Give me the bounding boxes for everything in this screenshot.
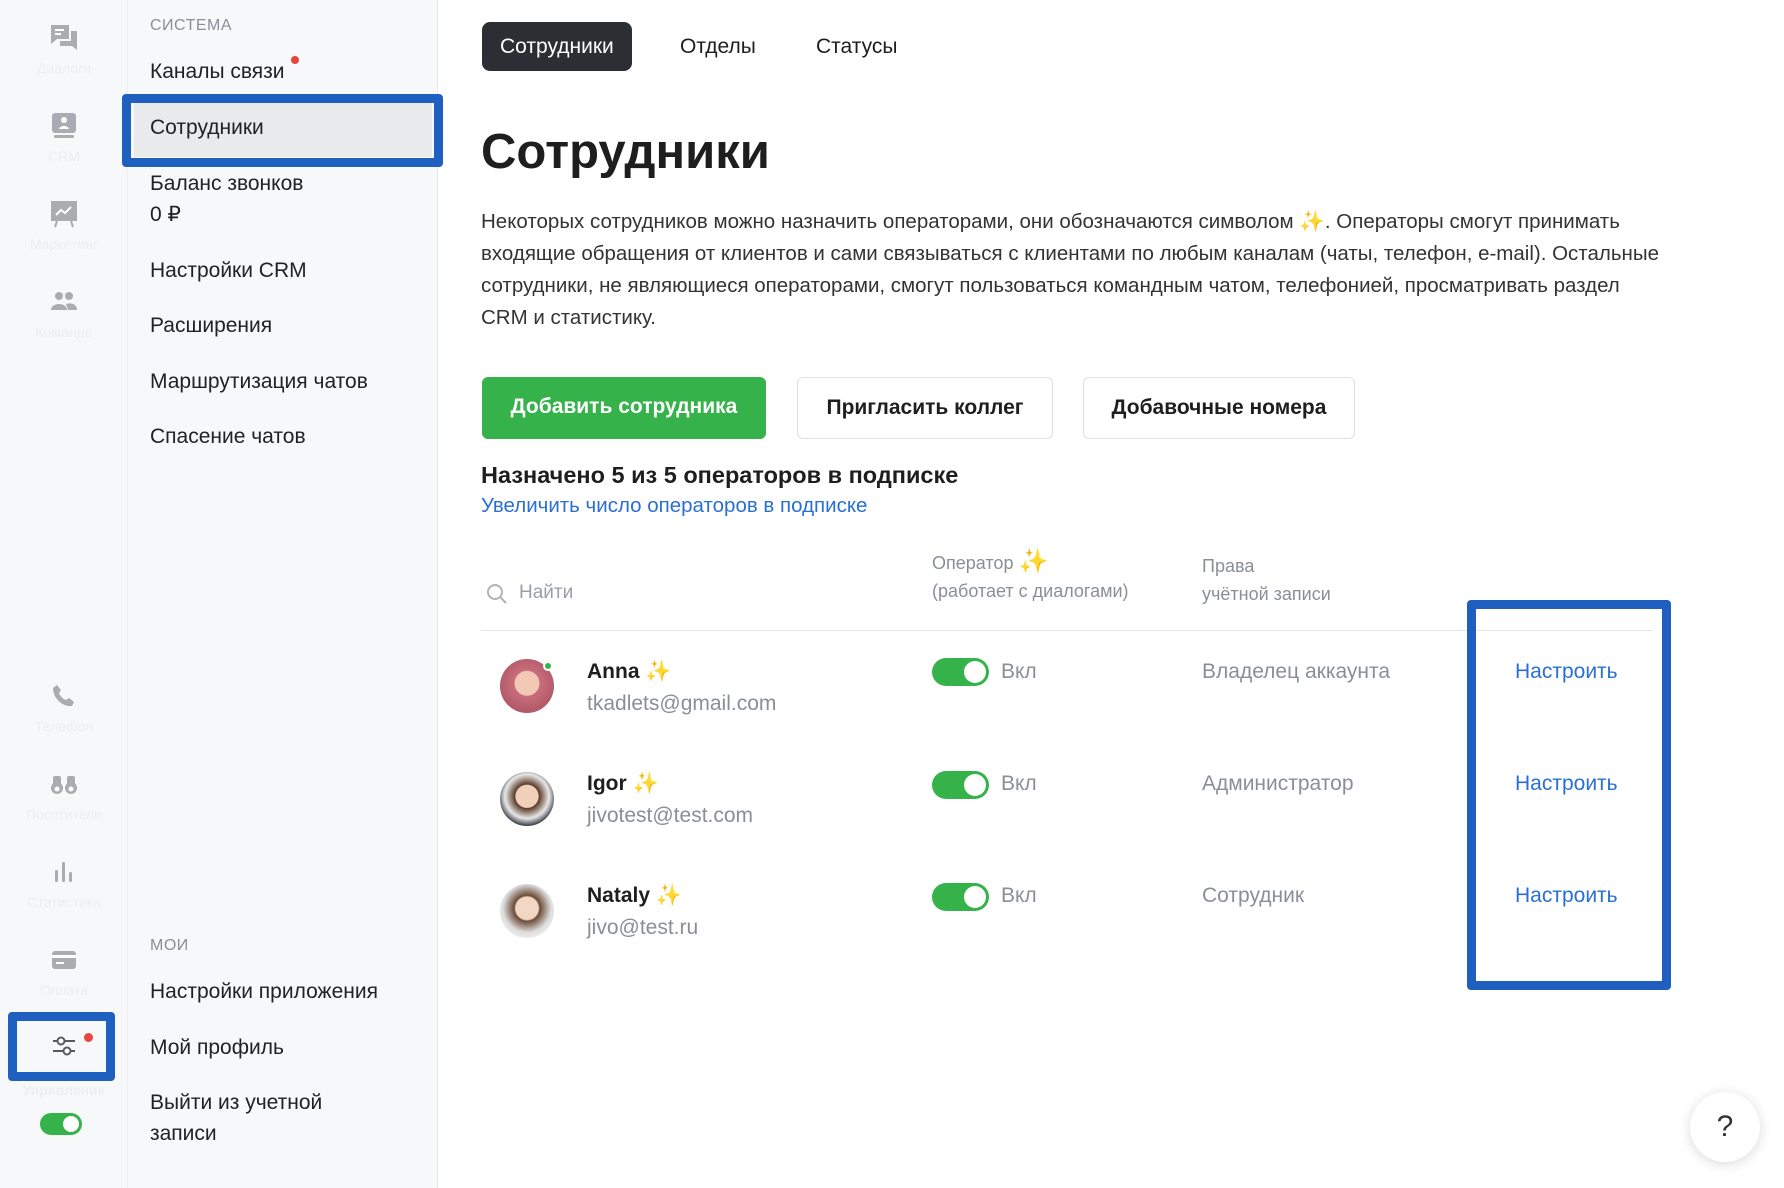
chat-icon <box>51 25 77 50</box>
rail-phone[interactable]: Телефон <box>0 680 128 734</box>
rail-crm[interactable]: CRM <box>0 110 128 164</box>
sidebar-item-chat-routing[interactable]: Маршрутизация чатов <box>150 366 368 397</box>
operator-status: Вкл <box>1001 660 1037 683</box>
sidebar-item-profile[interactable]: Мой профиль <box>150 1032 284 1063</box>
sparkle-icon: ✨ <box>655 884 683 907</box>
binoculars-icon <box>51 776 77 794</box>
description-text: Некоторых сотрудников можно назначить оп… <box>481 210 1294 233</box>
sparkle-icon: ✨ <box>1018 548 1049 575</box>
sidebar-item-label: Каналы связи <box>150 60 285 83</box>
section-title-my: МОИ <box>150 937 189 954</box>
operator-toggle[interactable] <box>932 883 989 911</box>
employee-email: jivo@test.ru <box>587 916 699 939</box>
rail-dialogs[interactable]: Диалоги <box>0 22 128 76</box>
sparkle-icon: ✨ <box>632 772 659 795</box>
search-placeholder: Найти <box>519 582 574 603</box>
search-icon <box>487 584 507 604</box>
operator-toggle[interactable] <box>932 658 989 686</box>
highlight-employees <box>122 94 443 167</box>
rail-statistics[interactable]: Статистика <box>0 856 128 910</box>
operator-status: Вкл <box>1001 884 1037 907</box>
credit-card-icon <box>52 951 76 969</box>
sidebar-item-call-balance[interactable]: Баланс звонков <box>150 168 303 199</box>
logout-label: записи <box>150 1122 217 1145</box>
column-sublabel: учётной записи <box>1202 584 1331 604</box>
rail-team[interactable]: Команда <box>0 286 128 340</box>
avatar[interactable] <box>500 884 554 938</box>
sparkle-icon: ✨ <box>645 660 672 683</box>
sidebar-item-channels[interactable]: Каналы связи <box>150 56 299 87</box>
account-role: Сотрудник <box>1202 884 1305 907</box>
column-operator: Оператор ✨ (работает с диалогами) <box>932 548 1129 605</box>
sidebar-item-extensions[interactable]: Расширения <box>150 310 272 341</box>
phone-icon <box>53 685 74 707</box>
extension-numbers-button[interactable]: Добавочные номера <box>1083 377 1355 439</box>
employee-email: jivotest@test.com <box>587 804 754 827</box>
add-employee-button[interactable]: Добавить сотрудника <box>482 377 766 439</box>
column-label: Права <box>1202 556 1255 576</box>
crm-icon <box>52 113 76 138</box>
page-title: Сотрудники <box>481 125 770 179</box>
highlight-configure-column <box>1467 600 1671 990</box>
employee-name: Nataly <box>587 884 651 907</box>
sidebar-item-app-settings[interactable]: Настройки приложения <box>150 976 378 1007</box>
call-balance-value: 0 ₽ <box>150 203 181 226</box>
employee-name: Anna <box>587 660 640 683</box>
avatar[interactable] <box>500 772 554 826</box>
tab-departments[interactable]: Отделы <box>662 22 774 71</box>
operator-quota: Назначено 5 из 5 операторов в подписке <box>481 462 959 488</box>
sparkle-icon: ✨ <box>1299 210 1325 233</box>
rail-visitors[interactable]: Посетители <box>0 768 128 822</box>
account-role: Администратор <box>1202 772 1354 795</box>
sidebar-item-crm-settings[interactable]: Настройки CRM <box>150 255 307 286</box>
operator-status: Вкл <box>1001 772 1037 795</box>
logout-label: Выйти из учетной <box>150 1091 323 1114</box>
section-title-system: СИСТЕМА <box>150 17 233 34</box>
online-indicator <box>543 661 553 671</box>
increase-operators-link[interactable]: Увеличить число операторов в подписке <box>481 494 867 518</box>
highlight-management <box>8 1012 115 1081</box>
icon-rail: Диалоги CRM Маркетинг Команда Телефон По… <box>0 0 128 1188</box>
description: Некоторых сотрудников можно назначить оп… <box>481 206 1661 334</box>
employee-email: tkadlets@gmail.com <box>587 692 777 715</box>
invite-colleagues-button[interactable]: Пригласить коллег <box>797 377 1053 439</box>
rail-marketing[interactable]: Маркетинг <box>0 198 128 252</box>
employee-name: Igor <box>587 772 627 795</box>
settings-sidebar: СИСТЕМА Каналы связи Сотрудники Баланс з… <box>128 0 438 1188</box>
team-icon <box>51 292 77 310</box>
status-toggle[interactable] <box>40 1113 82 1135</box>
tab-statuses[interactable]: Статусы <box>798 22 915 71</box>
presentation-chart-icon <box>51 201 77 228</box>
column-label: Оператор <box>932 553 1014 573</box>
notification-dot <box>290 56 299 64</box>
column-rights: Права учётной записи <box>1202 552 1331 608</box>
sidebar-item-chat-rescue[interactable]: Спасение чатов <box>150 421 306 452</box>
operator-toggle[interactable] <box>932 771 989 799</box>
search-input[interactable]: Найти <box>484 580 884 610</box>
rail-billing[interactable]: Оплата <box>0 944 128 998</box>
help-button[interactable]: ? <box>1690 1092 1760 1162</box>
sidebar-item-logout[interactable]: Выйти из учетной записи <box>150 1087 322 1149</box>
account-role: Владелец аккаунта <box>1202 660 1391 683</box>
column-sublabel: (работает с диалогами) <box>932 581 1129 601</box>
tab-employees[interactable]: Сотрудники <box>482 22 632 71</box>
bar-chart-icon <box>55 862 72 882</box>
